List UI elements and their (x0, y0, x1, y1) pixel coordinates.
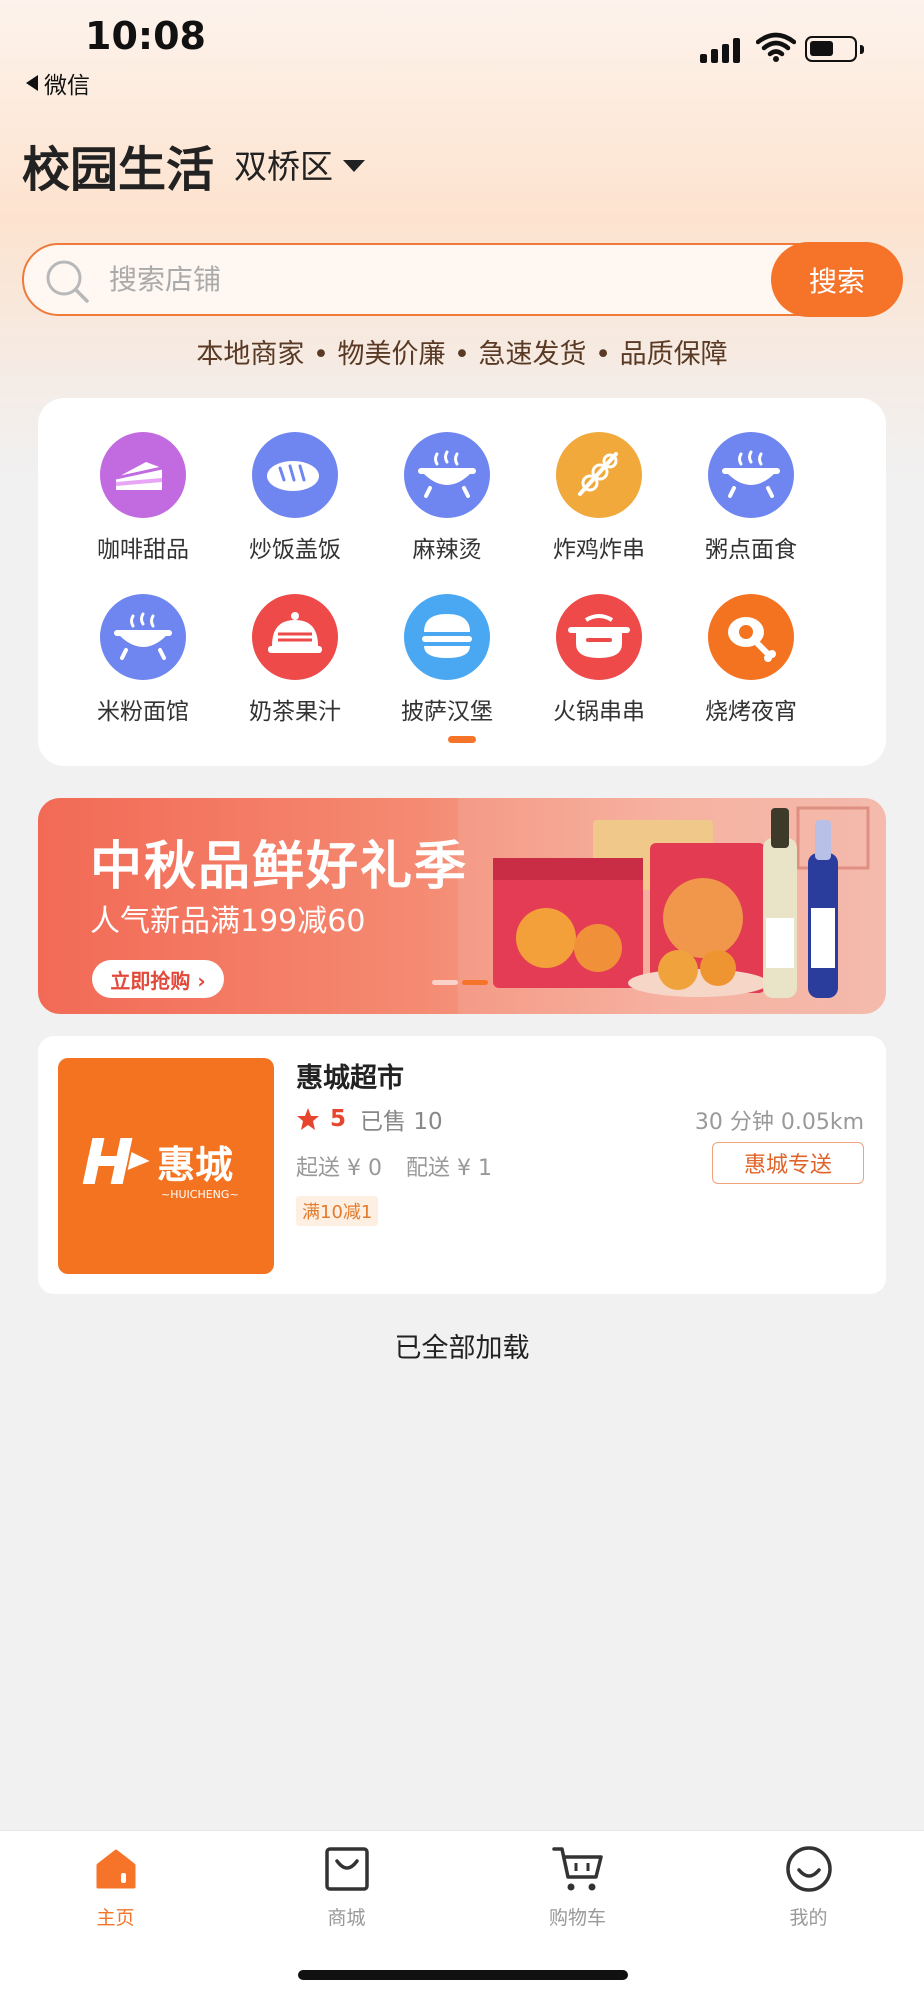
category-label: 米粉面馆 (97, 699, 189, 725)
tab-label: 主页 (96, 1907, 135, 1929)
category-label: 咖啡甜品 (97, 537, 189, 563)
promo-tag: 满10减1 (296, 1196, 379, 1226)
category-label: 炸鸡炸串 (553, 537, 645, 563)
delivery-fee: 配送 ¥ 1 (405, 1156, 492, 1181)
star-icon (297, 1108, 319, 1130)
battery-icon (805, 36, 864, 62)
banner-subtitle: 人气新品满199减60 (90, 904, 366, 939)
category-item[interactable]: 火锅串串 (523, 594, 675, 726)
min-order: 起送 ¥ 0 (296, 1156, 382, 1181)
back-arrow-icon (26, 75, 38, 91)
tab-home[interactable]: 主页 (0, 1831, 231, 1951)
shop-rating: 5 已售 10 (296, 1102, 443, 1136)
category-label: 火锅串串 (553, 699, 645, 725)
district-label: 双桥区 (234, 147, 333, 186)
shop-card[interactable]: 惠城 ~HUICHENG~ 惠城超市 5 已售 10 30 分钟 0.05km … (38, 1036, 886, 1294)
status-time: 10:08 (85, 14, 206, 58)
category-item[interactable]: 奶茶果汁 (219, 594, 371, 726)
category-item[interactable]: 粥点面食 (675, 432, 827, 564)
skewer-icon (556, 432, 642, 518)
category-item[interactable]: 烧烤夜宵 (675, 594, 827, 726)
banner-dot (432, 980, 458, 985)
back-to-app[interactable]: 微信 (26, 66, 90, 100)
search-button[interactable]: 搜索 (771, 242, 903, 317)
banner-dot-active (462, 980, 488, 985)
signal-icon (700, 38, 740, 63)
shop-logo: 惠城 ~HUICHENG~ (58, 1058, 274, 1274)
shop-fees: 起送 ¥ 0 配送 ¥ 1 (296, 1150, 492, 1182)
delivery-time-distance: 30 分钟 0.05km (694, 1110, 864, 1135)
category-label: 奶茶果汁 (249, 699, 341, 725)
drumstick-icon (708, 594, 794, 680)
back-app-label: 微信 (44, 73, 90, 99)
sold-count: 已售 10 (360, 1109, 443, 1135)
home-indicator (298, 1970, 628, 1980)
caret-down-icon (343, 160, 365, 172)
slogan: 本地商家 • 物美价廉 • 急速发货 • 品质保障 (196, 339, 728, 370)
shop-logo-text: 惠城 (157, 1143, 233, 1187)
hotpot-bowl-icon (708, 432, 794, 518)
page-indicator (448, 736, 476, 743)
banner-title: 中秋品鲜好礼季 (90, 837, 469, 897)
category-item[interactable]: 咖啡甜品 (67, 432, 219, 564)
search-icon (46, 260, 89, 303)
category-item[interactable]: 炸鸡炸串 (523, 432, 675, 564)
shop-name: 惠城超市 (296, 1063, 404, 1094)
hotpot-bowl-icon (100, 594, 186, 680)
cake-icon (100, 432, 186, 518)
banner-pagination (432, 980, 488, 985)
tab-label: 商城 (327, 1907, 366, 1929)
rating-score: 5 (330, 1106, 347, 1132)
tab-label: 购物车 (548, 1907, 606, 1929)
category-label: 炒饭盖饭 (249, 537, 341, 563)
tab-profile[interactable]: 我的 (693, 1831, 924, 1951)
category-label: 麻辣烫 (412, 537, 482, 563)
search-bar: 搜索 (22, 242, 903, 317)
search-input[interactable] (109, 245, 669, 313)
category-label: 粥点面食 (705, 537, 797, 563)
category-label: 披萨汉堡 (401, 699, 493, 725)
wifi-icon (756, 32, 796, 62)
category-item[interactable]: 炒饭盖饭 (219, 432, 371, 564)
shop-logo-mark: 惠城 ~HUICHENG~ (82, 1138, 239, 1201)
promo-banner[interactable]: 中秋品鲜好礼季 人气新品满199减60 立即抢购 › (38, 798, 886, 1014)
bread-icon (252, 432, 338, 518)
list-end-text: 已全部加载 (394, 1333, 530, 1364)
smile-icon (785, 1846, 832, 1892)
delivery-tag: 惠城专送 (712, 1142, 864, 1184)
hotpot-bowl-icon (404, 432, 490, 518)
cart-icon (551, 1847, 603, 1891)
category-item[interactable]: 麻辣烫 (371, 432, 523, 564)
district-selector[interactable]: 双桥区 (234, 140, 365, 188)
shopping-bag-icon (324, 1847, 369, 1891)
tab-cart[interactable]: 购物车 (462, 1831, 693, 1951)
cloche-icon (252, 594, 338, 680)
category-label: 烧烤夜宵 (705, 699, 797, 725)
banner-buy-button[interactable]: 立即抢购 › (92, 960, 224, 998)
tab-shop[interactable]: 商城 (231, 1831, 462, 1951)
category-item[interactable]: 米粉面馆 (67, 594, 219, 726)
category-grid: 咖啡甜品 炒饭盖饭 麻辣烫 炸鸡炸串 粥点面食米粉面馆 奶茶果汁 披萨汉堡 火锅串串 烧烤夜宵 (38, 398, 886, 766)
burger-icon (404, 594, 490, 680)
page-title: 校园生活 (22, 142, 215, 198)
tab-label: 我的 (789, 1907, 828, 1929)
category-item[interactable]: 披萨汉堡 (371, 594, 523, 726)
pot-icon (556, 594, 642, 680)
shop-logo-subtext: ~HUICHENG~ (161, 1188, 239, 1201)
home-icon (96, 1849, 135, 1889)
